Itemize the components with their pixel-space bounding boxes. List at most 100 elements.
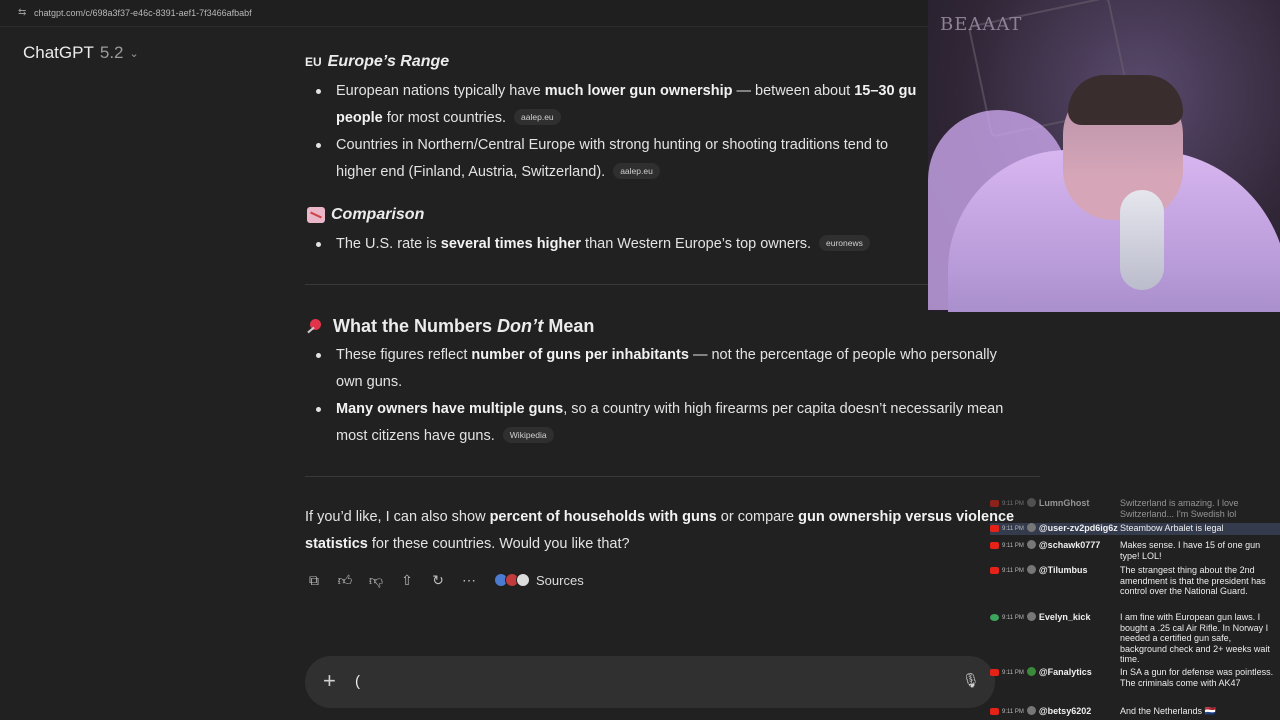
chat-username: @Tilumbus bbox=[1038, 565, 1088, 575]
thumbs-up-icon[interactable]: 👍︎ bbox=[336, 571, 354, 589]
text: — between about bbox=[732, 83, 855, 99]
bold-text: several times higher bbox=[440, 236, 582, 252]
chat-time: 9:11 PM bbox=[1002, 615, 1024, 621]
list-item: Many owners have multiple guns, so a cou… bbox=[305, 396, 1045, 450]
text: higher end (Finland, Austria, Switzerlan… bbox=[336, 164, 606, 180]
citation-chip[interactable]: euronews bbox=[819, 235, 870, 251]
text: Mean bbox=[543, 316, 595, 336]
citation-chip[interactable]: aalep.eu bbox=[514, 109, 561, 125]
comparison-list: The U.S. rate is several times higher th… bbox=[305, 231, 945, 258]
numbers-heading-text: What the Numbers Don’t Mean bbox=[333, 316, 594, 337]
more-icon[interactable]: ⋯ bbox=[460, 571, 478, 589]
pushpin-icon bbox=[307, 318, 325, 336]
text: What the Numbers bbox=[333, 316, 498, 336]
europe-list: European nations typically have much low… bbox=[305, 78, 945, 186]
bold-text: percent of households with guns bbox=[489, 509, 717, 525]
avatar bbox=[1026, 540, 1036, 549]
copy-icon[interactable]: ⧉ bbox=[305, 571, 323, 589]
avatar bbox=[1026, 565, 1036, 574]
sources-button[interactable]: Sources bbox=[494, 572, 584, 588]
chat-username: @user-zv2pd6ig6z bbox=[1038, 523, 1118, 533]
chat-username: Evelyn_kick bbox=[1038, 612, 1091, 622]
chat-message: 9:11 PM Evelyn_kick I am fine with Europ… bbox=[990, 612, 1280, 665]
followup-paragraph: If you’d like, I can also show percent o… bbox=[305, 504, 1030, 558]
chat-time: 9:11 PM bbox=[1002, 709, 1024, 715]
source-favicon bbox=[516, 573, 530, 587]
chat-meta: 9:11 PM @Fanalytics bbox=[990, 667, 1120, 688]
bold-text: gun ownership versus violence bbox=[798, 509, 1015, 525]
text: These figures reflect bbox=[336, 347, 472, 363]
text: Countries in Northern/Central Europe wit… bbox=[336, 137, 889, 153]
list-item: These figures reflect number of guns per… bbox=[305, 342, 1045, 396]
regenerate-icon[interactable]: ↻ bbox=[429, 571, 447, 589]
chat-username: @betsy6202 bbox=[1038, 706, 1092, 716]
list-item: The U.S. rate is several times higher th… bbox=[305, 231, 945, 258]
avatar bbox=[1026, 612, 1036, 621]
europe-heading-text: Europe’s Range bbox=[327, 53, 450, 70]
eu-flag-icon: EU bbox=[305, 55, 322, 69]
chat-time: 9:11 PM bbox=[1002, 568, 1024, 574]
chat-meta: 9:11 PM LumnGhost bbox=[990, 498, 1120, 519]
microphone bbox=[1120, 190, 1164, 290]
bold-text: 15–30 gu bbox=[854, 83, 917, 99]
comparison-heading-text: Comparison bbox=[331, 206, 425, 223]
share-icon[interactable]: ⇧ bbox=[398, 571, 416, 589]
bold-text: much lower gun ownership bbox=[544, 83, 733, 99]
citation-chip[interactable]: aalep.eu bbox=[613, 163, 660, 179]
bold-text: statistics bbox=[305, 536, 368, 552]
url-text[interactable]: chatgpt.com/c/698a3f37-e46c-8391-aef1-7f… bbox=[34, 8, 252, 18]
chat-text: Steambow Arbalet is legal bbox=[1120, 523, 1224, 533]
youtube-icon bbox=[990, 708, 999, 715]
prompt-input[interactable]: ( bbox=[355, 673, 360, 690]
text: European nations typically have bbox=[336, 83, 545, 99]
chat-meta: 9:11 PM @Tilumbus bbox=[990, 565, 1120, 597]
model-selector[interactable]: ChatGPT 5.2 ⌄ bbox=[23, 43, 139, 63]
add-attachment-button[interactable]: + bbox=[323, 668, 336, 694]
chat-time: 9:11 PM bbox=[1002, 526, 1024, 532]
site-info-icon[interactable]: ⇆ bbox=[18, 7, 26, 18]
divider bbox=[305, 476, 1040, 477]
citation-chip[interactable]: Wikipedia bbox=[502, 427, 554, 443]
chat-message: 9:11 PM @schawk0777 Makes sense. I have … bbox=[990, 540, 1280, 561]
chat-time: 9:11 PM bbox=[1002, 543, 1024, 549]
youtube-icon bbox=[990, 669, 999, 676]
chat-message: 9:11 PM LumnGhost Switzerland is amazing… bbox=[990, 498, 1280, 519]
text: most citizens have guns. bbox=[336, 428, 495, 444]
chart-decreasing-icon bbox=[307, 207, 325, 223]
chat-message: 9:11 PM @user-zv2pd6ig6z Steambow Arbale… bbox=[990, 523, 1280, 535]
bold-text: number of guns per inhabitants bbox=[471, 347, 689, 363]
youtube-icon bbox=[990, 500, 999, 507]
kick-icon bbox=[990, 614, 999, 621]
avatar bbox=[1026, 523, 1036, 532]
text: , so a country with high firearms per ca… bbox=[563, 401, 1004, 417]
stream-chat: 9:11 PM LumnGhost Switzerland is amazing… bbox=[990, 496, 1280, 720]
source-favicons bbox=[494, 573, 530, 587]
chat-text: I am fine with European gun laws. I boug… bbox=[1120, 612, 1270, 664]
chat-time: 9:11 PM bbox=[1002, 501, 1024, 507]
numbers-list: These figures reflect number of guns per… bbox=[305, 342, 1045, 450]
chat-username: LumnGhost bbox=[1038, 498, 1090, 508]
text: for these countries. Would you like that… bbox=[367, 536, 630, 552]
streamer-hair bbox=[1068, 75, 1183, 125]
message-composer: + ( 🎙︎ bbox=[305, 656, 995, 708]
chat-meta: 9:11 PM @schawk0777 bbox=[990, 540, 1120, 561]
text: own guns. bbox=[336, 374, 403, 390]
microphone-icon[interactable]: 🎙︎ bbox=[962, 672, 980, 689]
avatar bbox=[1026, 706, 1036, 715]
list-item: Countries in Northern/Central Europe wit… bbox=[305, 132, 945, 186]
text: or compare bbox=[716, 509, 799, 525]
text: If you’d like, I can also show bbox=[305, 509, 490, 525]
youtube-icon bbox=[990, 525, 999, 532]
chat-meta: 9:11 PM @betsy6202 bbox=[990, 706, 1120, 718]
numbers-heading: What the Numbers Don’t Mean bbox=[307, 316, 594, 337]
chat-meta: 9:11 PM @user-zv2pd6ig6z bbox=[990, 523, 1120, 535]
text: for most countries. bbox=[382, 110, 507, 126]
chat-text: The strangest thing about the 2nd amendm… bbox=[1120, 565, 1266, 596]
message-actions: ⧉ 👍︎ 👎︎ ⇧ ↻ ⋯ Sources bbox=[305, 571, 584, 589]
thumbs-down-icon[interactable]: 👎︎ bbox=[367, 571, 385, 589]
youtube-icon bbox=[990, 542, 999, 549]
sources-label: Sources bbox=[536, 572, 584, 588]
chat-meta: 9:11 PM Evelyn_kick bbox=[990, 612, 1120, 665]
chat-text: And the Netherlands 🇳🇱 bbox=[1120, 706, 1216, 716]
chat-message: 9:11 PM @Fanalytics In SA a gun for defe… bbox=[990, 667, 1280, 688]
